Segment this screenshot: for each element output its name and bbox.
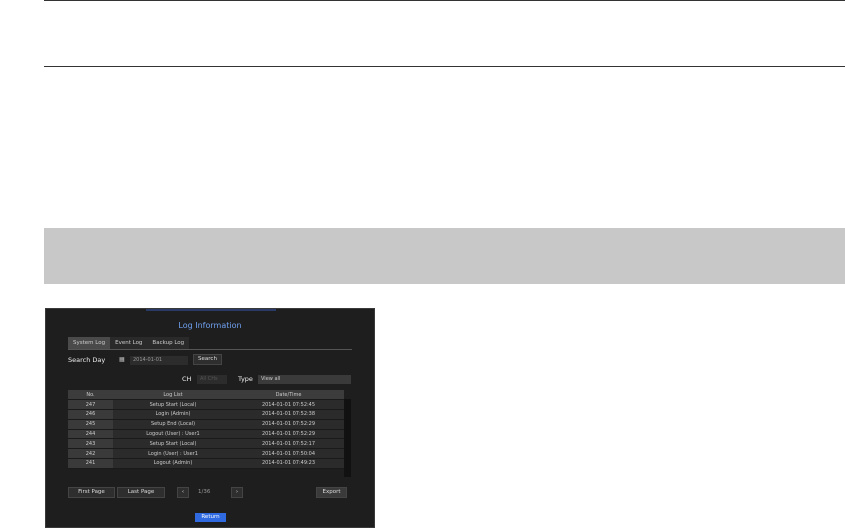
type-label: Type (238, 375, 253, 383)
ch-label: CH (182, 375, 192, 383)
table-row[interactable]: 246 Login (Admin) 2014-01-01 07:52:38 (68, 409, 344, 420)
table-row[interactable]: 245 Setup End (Local) 2014-01-01 07:52:29 (68, 419, 344, 430)
cell-no: 243 (68, 438, 113, 450)
table-row[interactable]: 242 Login (User) : User1 2014-01-01 07:50:… (68, 448, 344, 460)
cell-log: Login (User) : User1 (113, 448, 233, 460)
cell-log: Login (Admin) (113, 409, 233, 420)
log-table: No. Log List Date/Time 247 Setup Start (L… (68, 390, 344, 469)
cell-no: 247 (68, 399, 113, 411)
table-row[interactable]: 247 Setup Start (Local) 2014-01-01 07:52:4… (68, 399, 344, 411)
dialog-title: Log Information (178, 321, 242, 330)
cell-dt: 2014-01-01 07:52:29 (233, 419, 344, 430)
cell-dt: 2014-01-01 07:52:17 (233, 438, 344, 450)
tab-event-log[interactable]: Event Log (110, 337, 148, 349)
date-field[interactable]: 2014-01-01 (130, 356, 188, 365)
cell-log: Logout (User) : User1 (113, 429, 233, 440)
col-datetime: Date/Time (233, 390, 344, 401)
cell-dt: 2014-01-01 07:52:29 (233, 429, 344, 440)
first-page-button[interactable]: First Page (68, 487, 115, 498)
cell-log: Logout (Admin) (113, 458, 233, 469)
cell-no: 242 (68, 448, 113, 460)
table-row[interactable]: 244 Logout (User) : User1 2014-01-01 07:52… (68, 429, 344, 440)
table-scrollbar[interactable] (344, 399, 351, 477)
section-rule (44, 66, 845, 67)
cell-no: 241 (68, 458, 113, 469)
cell-dt: 2014-01-01 07:52:38 (233, 409, 344, 420)
cell-log: Setup End (Local) (113, 419, 233, 430)
tab-divider (68, 349, 352, 350)
calendar-icon[interactable]: ▦ (119, 356, 125, 363)
col-no: No. (68, 390, 113, 401)
gray-banner (44, 228, 845, 284)
cell-dt: 2014-01-01 07:52:45 (233, 399, 344, 411)
tab-system-log[interactable]: System Log (68, 337, 111, 349)
log-information-dialog: Log Information System Log Event Log Bac… (45, 308, 375, 528)
dialog-top-accent (146, 309, 276, 311)
tab-backup-log[interactable]: Backup Log (147, 337, 190, 349)
last-page-button[interactable]: Last Page (117, 487, 165, 498)
cell-no: 246 (68, 409, 113, 420)
next-page-button[interactable]: › (231, 487, 243, 498)
table-row[interactable]: 241 Logout (Admin) 2014-01-01 07:49:23 (68, 458, 344, 469)
search-day-label: Search Day (68, 356, 106, 364)
top-rule (44, 0, 845, 1)
col-log-list: Log List (113, 390, 233, 401)
search-button[interactable]: Search (193, 354, 222, 365)
log-tabs: System Log Event Log Backup Log (68, 337, 190, 349)
page-indicator: 1/36 (198, 489, 211, 495)
cell-dt: 2014-01-01 07:49:23 (233, 458, 344, 469)
return-button[interactable]: Return (195, 513, 226, 522)
cell-no: 244 (68, 429, 113, 440)
cell-log: Setup Start (Local) (113, 399, 233, 411)
cell-dt: 2014-01-01 07:50:04 (233, 448, 344, 460)
cell-no: 245 (68, 419, 113, 430)
type-select[interactable]: View all (258, 375, 351, 384)
table-row[interactable]: 243 Setup Start (Local) 2014-01-01 07:52:1… (68, 438, 344, 450)
ch-select[interactable]: All CHs (197, 375, 227, 384)
prev-page-button[interactable]: ‹ (177, 487, 189, 498)
cell-log: Setup Start (Local) (113, 438, 233, 450)
export-button[interactable]: Export (316, 487, 347, 498)
